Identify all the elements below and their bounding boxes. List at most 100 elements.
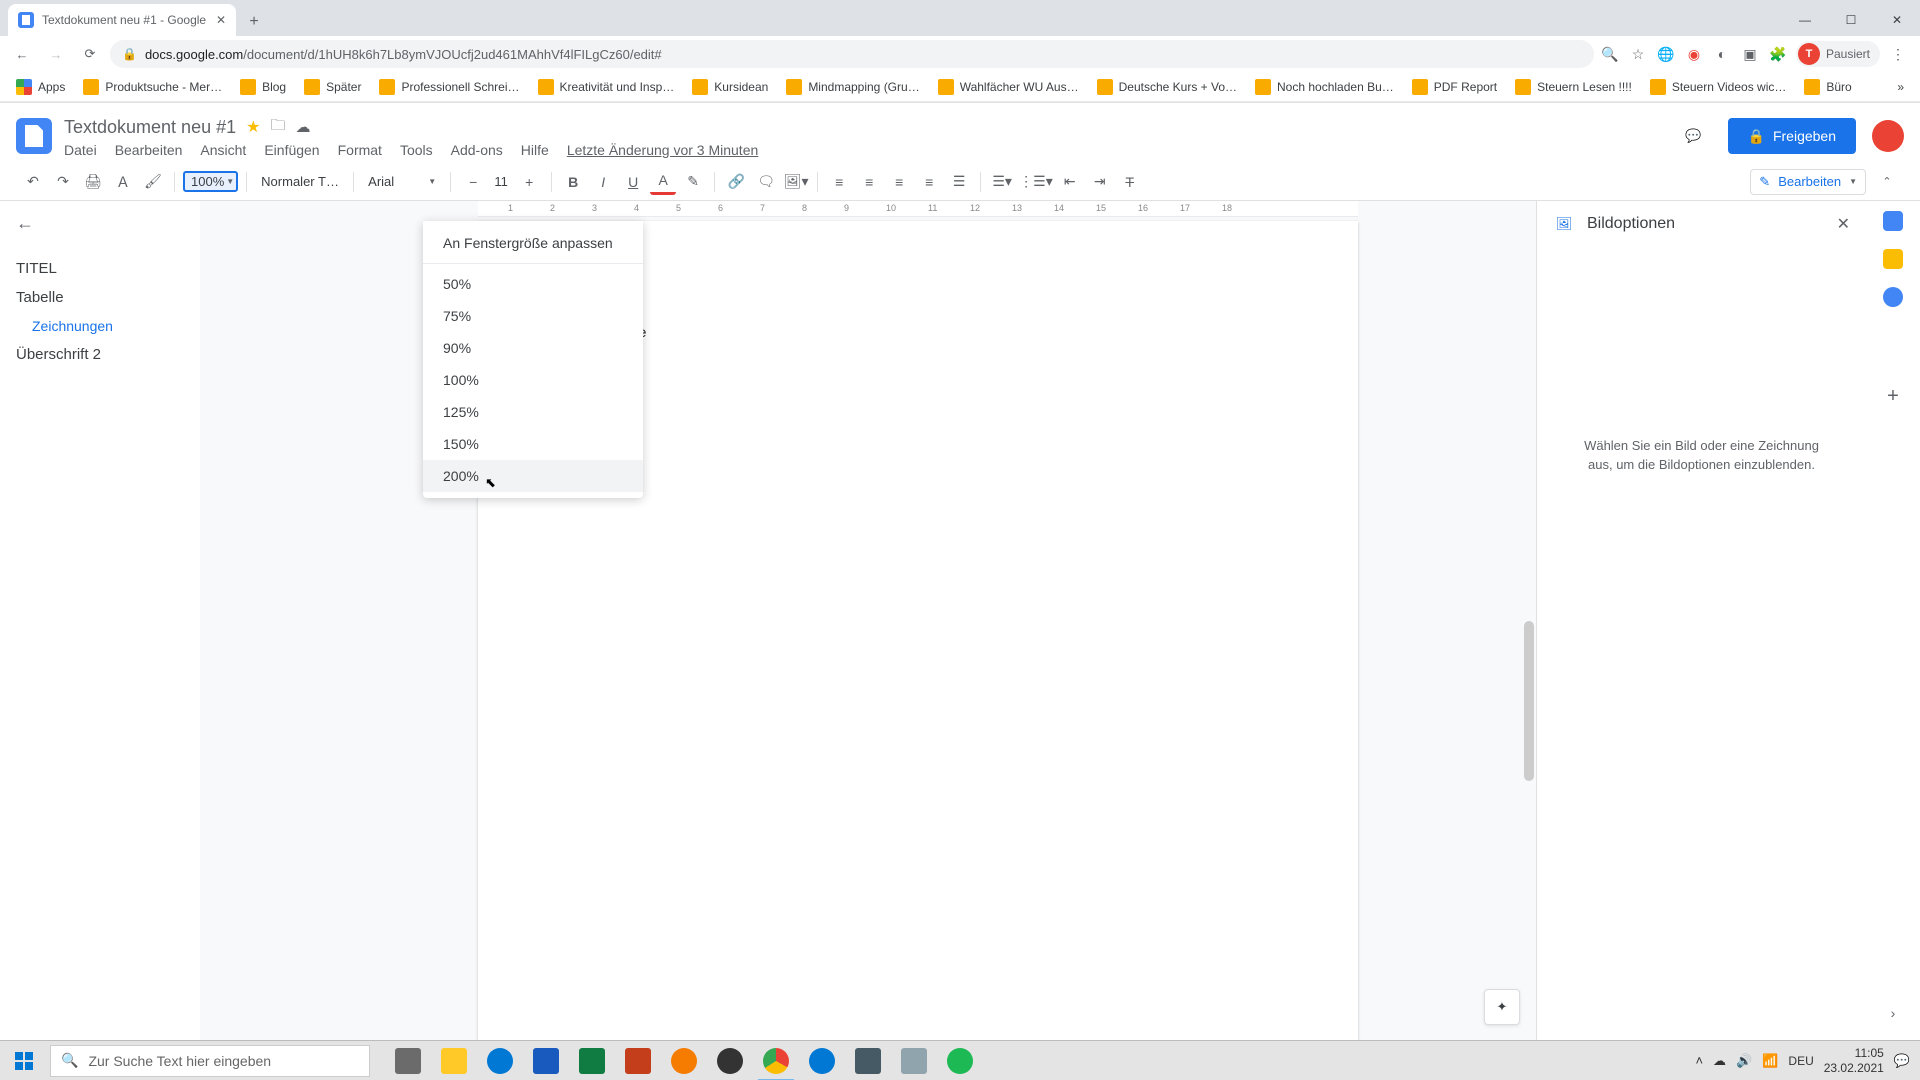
- word-icon[interactable]: [524, 1041, 568, 1080]
- menu-einfügen[interactable]: Einfügen: [264, 142, 319, 158]
- account-avatar[interactable]: [1872, 120, 1904, 152]
- menu-format[interactable]: Format: [338, 142, 382, 158]
- file-explorer-icon[interactable]: [432, 1041, 476, 1080]
- zoom-option[interactable]: 125%: [423, 396, 643, 428]
- zoom-option[interactable]: 50%: [423, 268, 643, 300]
- volume-icon[interactable]: 🔊: [1736, 1053, 1752, 1069]
- bookmark-item[interactable]: Blog: [232, 75, 294, 99]
- document-title[interactable]: Textdokument neu #1: [64, 117, 236, 138]
- align-center-button[interactable]: ≡: [856, 169, 882, 195]
- numbered-list-button[interactable]: ☰▾: [989, 169, 1015, 195]
- increase-indent-button[interactable]: ⇥: [1087, 169, 1113, 195]
- profile-button[interactable]: T Pausiert: [1796, 41, 1880, 67]
- bookmark-item[interactable]: Kursidean: [684, 75, 776, 99]
- keep-addon-icon[interactable]: [1883, 249, 1903, 269]
- add-addon-button[interactable]: +: [1887, 385, 1899, 408]
- zoom-option[interactable]: 100%: [423, 364, 643, 396]
- bookmark-item[interactable]: PDF Report: [1404, 75, 1505, 99]
- notifications-icon[interactable]: 💬: [1894, 1053, 1910, 1069]
- app-icon-3[interactable]: [846, 1041, 890, 1080]
- minimize-button[interactable]: —: [1782, 4, 1828, 36]
- chrome-icon[interactable]: [754, 1041, 798, 1080]
- kebab-menu-icon[interactable]: ⋮: [1888, 44, 1908, 64]
- italic-button[interactable]: I: [590, 169, 616, 195]
- bold-button[interactable]: B: [560, 169, 586, 195]
- bookmark-item[interactable]: Apps: [8, 75, 73, 99]
- align-right-button[interactable]: ≡: [886, 169, 912, 195]
- zoom-option[interactable]: 90%: [423, 332, 643, 364]
- windows-search-input[interactable]: 🔍 Zur Suche Text hier eingeben: [50, 1045, 370, 1077]
- menu-tools[interactable]: Tools: [400, 142, 433, 158]
- paint-format-button[interactable]: 🖌: [140, 169, 166, 195]
- extension-icon-2[interactable]: ◐: [1712, 44, 1732, 64]
- zoom-option[interactable]: 150%: [423, 428, 643, 460]
- extension-icon-1[interactable]: ◉: [1684, 44, 1704, 64]
- line-spacing-button[interactable]: ☰: [946, 169, 972, 195]
- app-icon-2[interactable]: [708, 1041, 752, 1080]
- bookmark-item[interactable]: Wahlfächer WU Aus…: [930, 75, 1087, 99]
- bookmark-item[interactable]: Produktsuche - Mer…: [75, 75, 230, 99]
- extension-icon-3[interactable]: ▣: [1740, 44, 1760, 64]
- bookmark-item[interactable]: Kreativität und Insp…: [530, 75, 683, 99]
- excel-icon[interactable]: [570, 1041, 614, 1080]
- tray-language[interactable]: DEU: [1788, 1054, 1813, 1068]
- extensions-menu-icon[interactable]: 🧩: [1768, 44, 1788, 64]
- docs-logo-icon[interactable]: [16, 118, 52, 154]
- text-color-button[interactable]: A: [650, 169, 676, 195]
- menu-add-ons[interactable]: Add-ons: [451, 142, 503, 158]
- maximize-button[interactable]: ☐: [1828, 4, 1874, 36]
- print-button[interactable]: 🖨: [80, 169, 106, 195]
- insert-image-button[interactable]: 🖼▾: [783, 169, 809, 195]
- tray-chevron-icon[interactable]: ˄: [1695, 1053, 1703, 1068]
- app-icon-1[interactable]: [662, 1041, 706, 1080]
- tasks-addon-icon[interactable]: [1883, 287, 1903, 307]
- spellcheck-button[interactable]: Ａ: [110, 169, 136, 195]
- wifi-icon[interactable]: 📶: [1762, 1053, 1778, 1069]
- outline-back-button[interactable]: ←: [16, 213, 184, 234]
- edge-icon[interactable]: [800, 1041, 844, 1080]
- editing-mode-select[interactable]: ✎ Bearbeiten ▼: [1750, 169, 1866, 195]
- zoom-icon[interactable]: 🔍: [1600, 44, 1620, 64]
- bookmark-item[interactable]: Steuern Lesen !!!!: [1507, 75, 1640, 99]
- edge-legacy-icon[interactable]: [478, 1041, 522, 1080]
- highlight-color-button[interactable]: ✎: [680, 169, 706, 195]
- last-edit-link[interactable]: Letzte Änderung vor 3 Minuten: [567, 142, 758, 158]
- close-window-button[interactable]: ✕: [1874, 4, 1920, 36]
- outline-item[interactable]: Zeichnungen: [16, 312, 184, 340]
- browser-tab[interactable]: Textdokument neu #1 - Google ✕: [8, 4, 236, 36]
- translate-icon[interactable]: 🌐: [1656, 44, 1676, 64]
- comments-button[interactable]: 💬: [1676, 118, 1712, 154]
- paragraph-style-select[interactable]: Normaler T… ▼: [255, 172, 345, 191]
- align-left-button[interactable]: ≡: [826, 169, 852, 195]
- tab-close-icon[interactable]: ✕: [216, 13, 226, 27]
- bookmark-item[interactable]: Steuern Videos wic…: [1642, 75, 1795, 99]
- page[interactable]: An Fenstergröße anpassen 50%75%90%100%12…: [478, 221, 1358, 1041]
- outline-item[interactable]: Überschrift 2: [16, 340, 184, 369]
- insert-link-button[interactable]: 🔗: [723, 169, 749, 195]
- zoom-select[interactable]: 100% ▼: [183, 171, 238, 192]
- back-button[interactable]: ←: [8, 40, 36, 68]
- omnibox[interactable]: 🔒 docs.google.com/document/d/1hUH8k6h7Lb…: [110, 40, 1594, 68]
- bookmark-item[interactable]: Später: [296, 75, 369, 99]
- zoom-option[interactable]: 200%: [423, 460, 643, 492]
- redo-button[interactable]: ↷: [50, 169, 76, 195]
- menu-bearbeiten[interactable]: Bearbeiten: [115, 142, 183, 158]
- share-button[interactable]: 🔒 Freigeben: [1728, 118, 1856, 154]
- outline-item[interactable]: TITEL: [16, 254, 184, 283]
- ruler[interactable]: 123456789101112131415161718: [478, 201, 1358, 217]
- spotify-icon[interactable]: [938, 1041, 982, 1080]
- powerpoint-icon[interactable]: [616, 1041, 660, 1080]
- bookmark-item[interactable]: Noch hochladen Bu…: [1247, 75, 1402, 99]
- onedrive-icon[interactable]: ☁: [1713, 1053, 1726, 1069]
- calendar-addon-icon[interactable]: [1883, 211, 1903, 231]
- menu-datei[interactable]: Datei: [64, 142, 97, 158]
- hide-side-rail-button[interactable]: ›: [1891, 1005, 1896, 1021]
- insert-comment-button[interactable]: 🗨: [753, 169, 779, 195]
- close-panel-button[interactable]: ✕: [1837, 214, 1850, 234]
- start-button[interactable]: [0, 1041, 48, 1080]
- undo-button[interactable]: ↶: [20, 169, 46, 195]
- collapse-toolbar-button[interactable]: ⌃: [1874, 169, 1900, 195]
- align-justify-button[interactable]: ≡: [916, 169, 942, 195]
- move-icon[interactable]: 🗀: [270, 115, 285, 140]
- font-family-select[interactable]: Arial ▼: [362, 172, 442, 191]
